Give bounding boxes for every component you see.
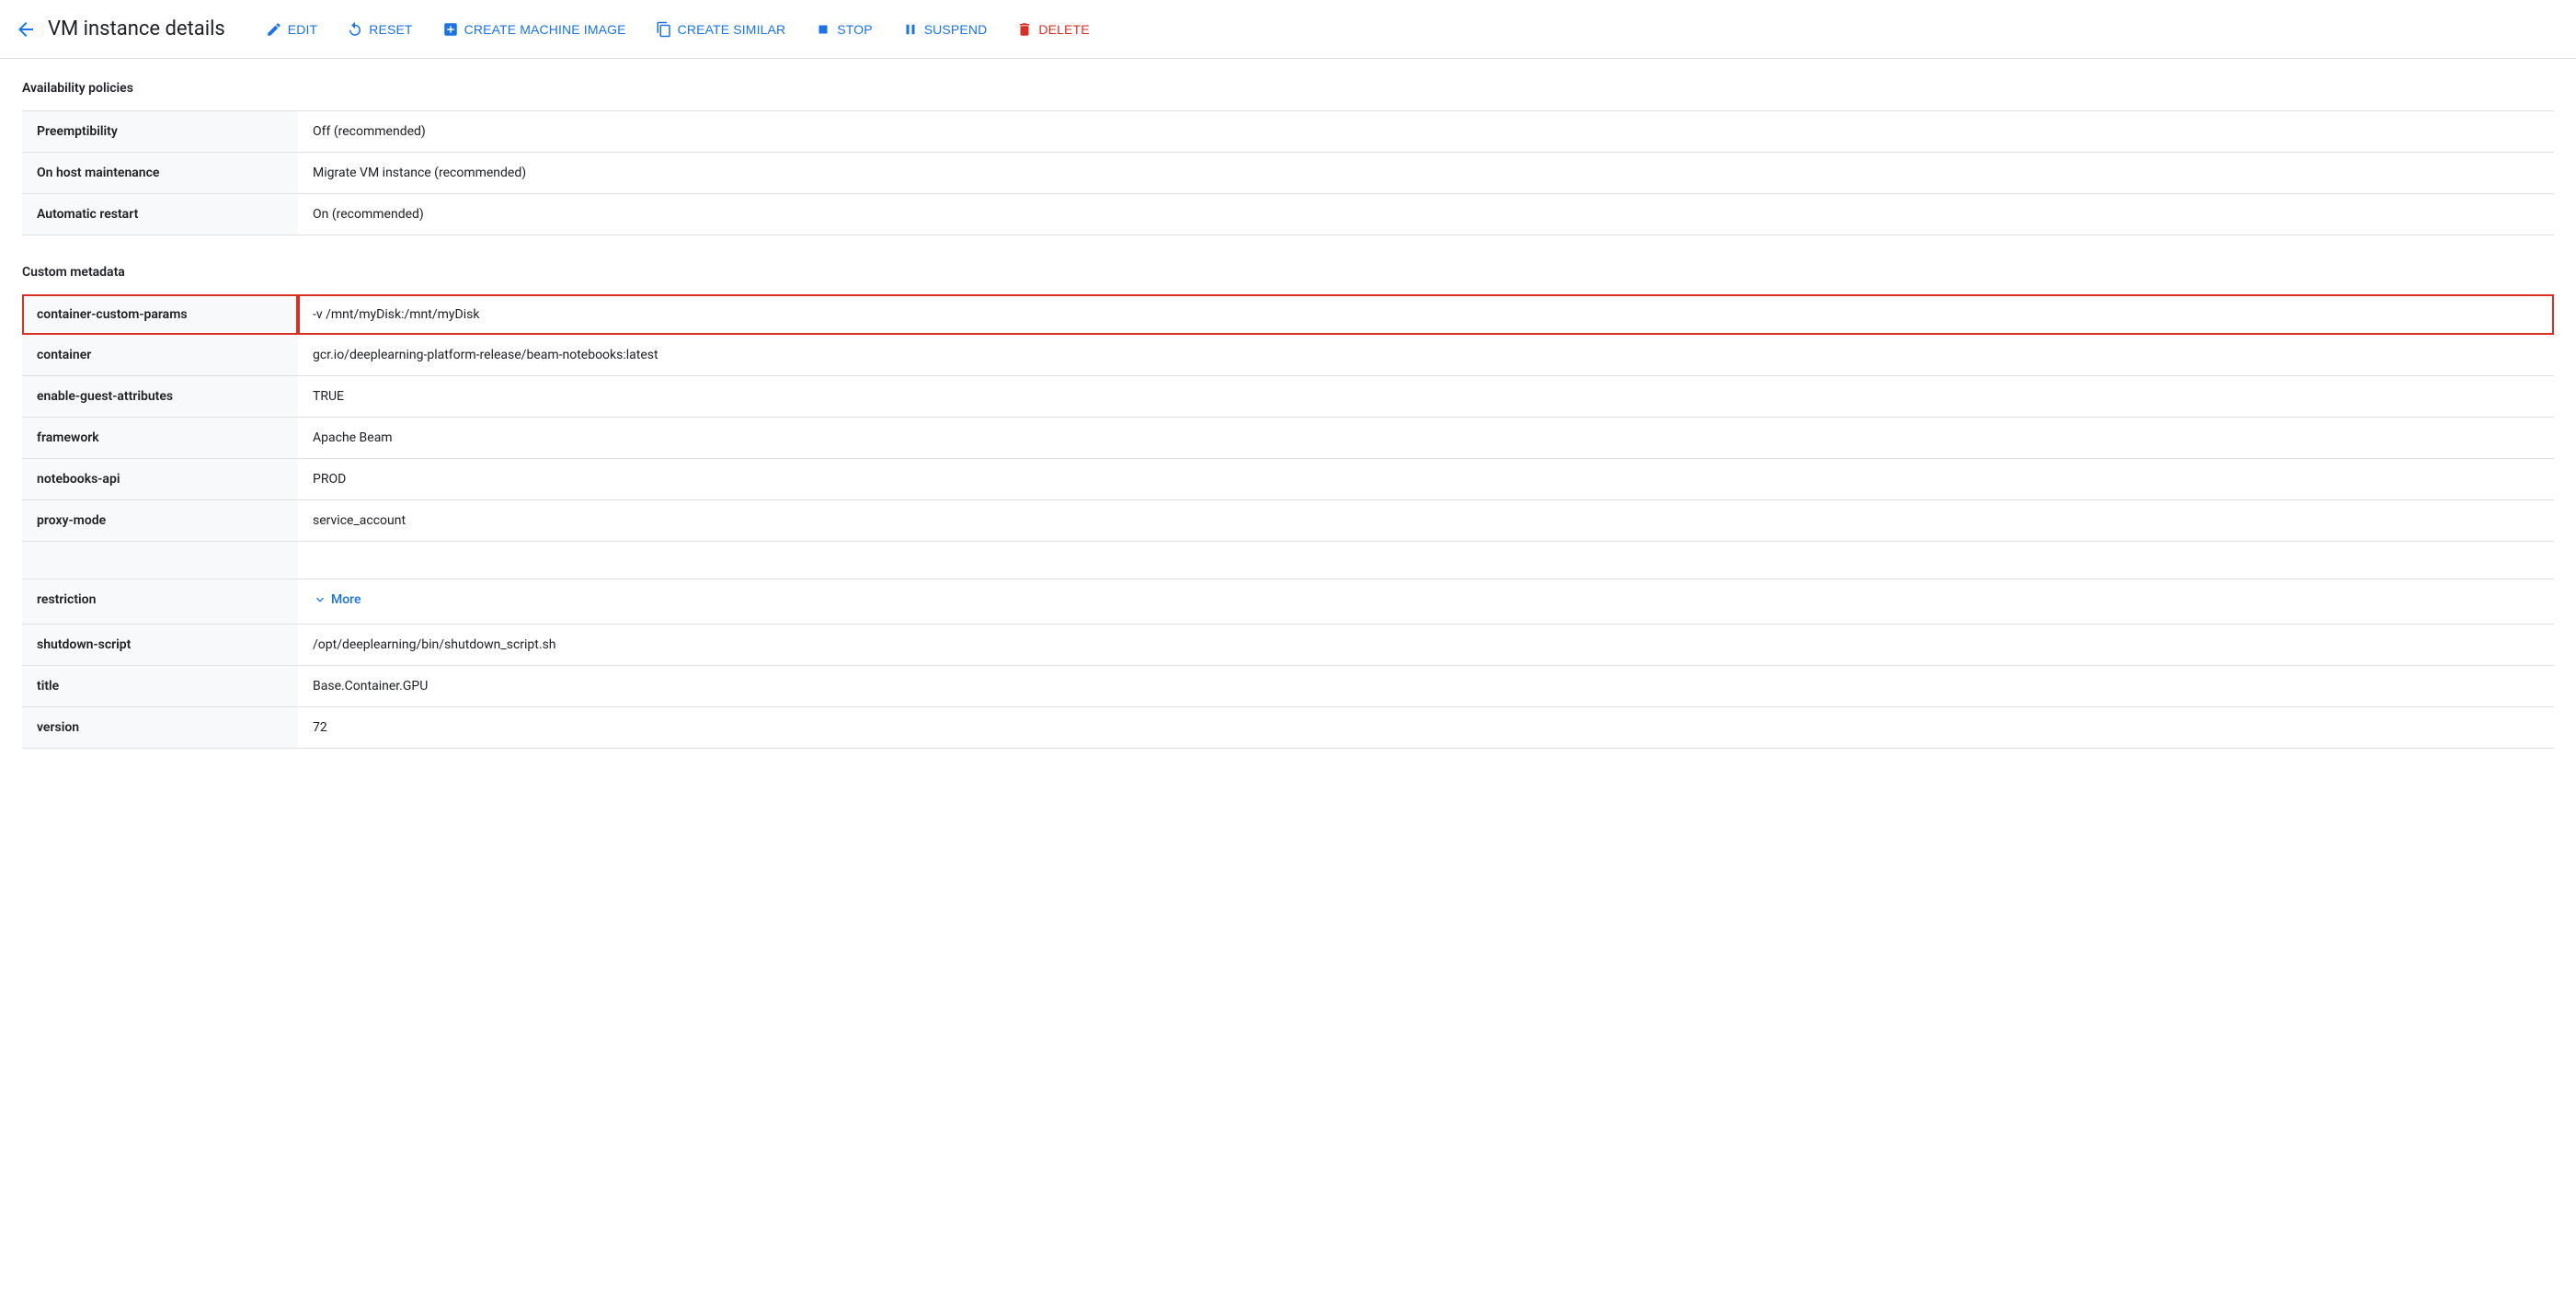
row-key: title (22, 666, 298, 707)
row-key (22, 542, 298, 579)
row-value: PROD (298, 459, 2554, 500)
row-value: Migrate VM instance (recommended) (298, 153, 2554, 194)
table-row: Preemptibility Off (recommended) (22, 111, 2554, 153)
table-row: proxy-mode service_account (22, 500, 2554, 542)
row-value: -v /mnt/myDisk:/mnt/myDisk (298, 294, 2554, 335)
row-value: Apache Beam (298, 418, 2554, 459)
row-key: shutdown-script (22, 625, 298, 666)
create-machine-image-button[interactable]: CREATE MACHINE IMAGE (431, 14, 637, 45)
row-key: Preemptibility (22, 111, 298, 153)
row-key: container (22, 335, 298, 376)
row-key: container-custom-params (22, 294, 298, 335)
back-button[interactable] (15, 18, 37, 40)
row-value: service_account (298, 500, 2554, 542)
chevron-down-icon (313, 592, 327, 607)
availability-table: Preemptibility Off (recommended) On host… (22, 110, 2554, 235)
content-area: Availability policies Preemptibility Off… (0, 59, 2576, 763)
table-row: On host maintenance Migrate VM instance … (22, 153, 2554, 194)
row-key: enable-guest-attributes (22, 376, 298, 418)
row-value: TRUE (298, 376, 2554, 418)
row-value: Base.Container.GPU (298, 666, 2554, 707)
toolbar: VM instance details EDIT RESET CREATE MA… (0, 0, 2576, 59)
table-row: shutdown-script /opt/deeplearning/bin/sh… (22, 625, 2554, 666)
table-row: version 72 (22, 707, 2554, 749)
row-key: version (22, 707, 298, 749)
table-row-empty (22, 542, 2554, 579)
row-key: restriction (22, 579, 298, 625)
custom-metadata-section-heading: Custom metadata (22, 258, 2554, 287)
suspend-button[interactable]: SUSPEND (891, 14, 999, 45)
table-row-highlighted: container-custom-params -v /mnt/myDisk:/… (22, 294, 2554, 335)
delete-button[interactable]: DELETE (1005, 14, 1100, 45)
row-value: gcr.io/deeplearning-platform-release/bea… (298, 335, 2554, 376)
create-similar-button[interactable]: CREATE SIMILAR (645, 14, 797, 45)
table-row: framework Apache Beam (22, 418, 2554, 459)
table-row: notebooks-api PROD (22, 459, 2554, 500)
row-key: Automatic restart (22, 194, 298, 235)
more-link[interactable]: More (313, 592, 361, 607)
availability-section-heading: Availability policies (22, 74, 2554, 103)
page-title: VM instance details (48, 17, 225, 40)
table-row: title Base.Container.GPU (22, 666, 2554, 707)
table-row-restriction: restriction More (22, 579, 2554, 625)
reset-button[interactable]: RESET (336, 14, 423, 45)
table-row: enable-guest-attributes TRUE (22, 376, 2554, 418)
row-key: On host maintenance (22, 153, 298, 194)
row-value (298, 542, 2554, 579)
row-key: notebooks-api (22, 459, 298, 500)
row-value: More (298, 579, 2554, 625)
row-key: framework (22, 418, 298, 459)
table-row: container gcr.io/deeplearning-platform-r… (22, 335, 2554, 376)
row-value: /opt/deeplearning/bin/shutdown_script.sh (298, 625, 2554, 666)
edit-button[interactable]: EDIT (255, 14, 328, 45)
row-value: 72 (298, 707, 2554, 749)
table-row: Automatic restart On (recommended) (22, 194, 2554, 235)
row-value: On (recommended) (298, 194, 2554, 235)
stop-button[interactable]: STOP (804, 14, 883, 45)
row-value: Off (recommended) (298, 111, 2554, 153)
row-key: proxy-mode (22, 500, 298, 542)
custom-metadata-table: container-custom-params -v /mnt/myDisk:/… (22, 294, 2554, 749)
